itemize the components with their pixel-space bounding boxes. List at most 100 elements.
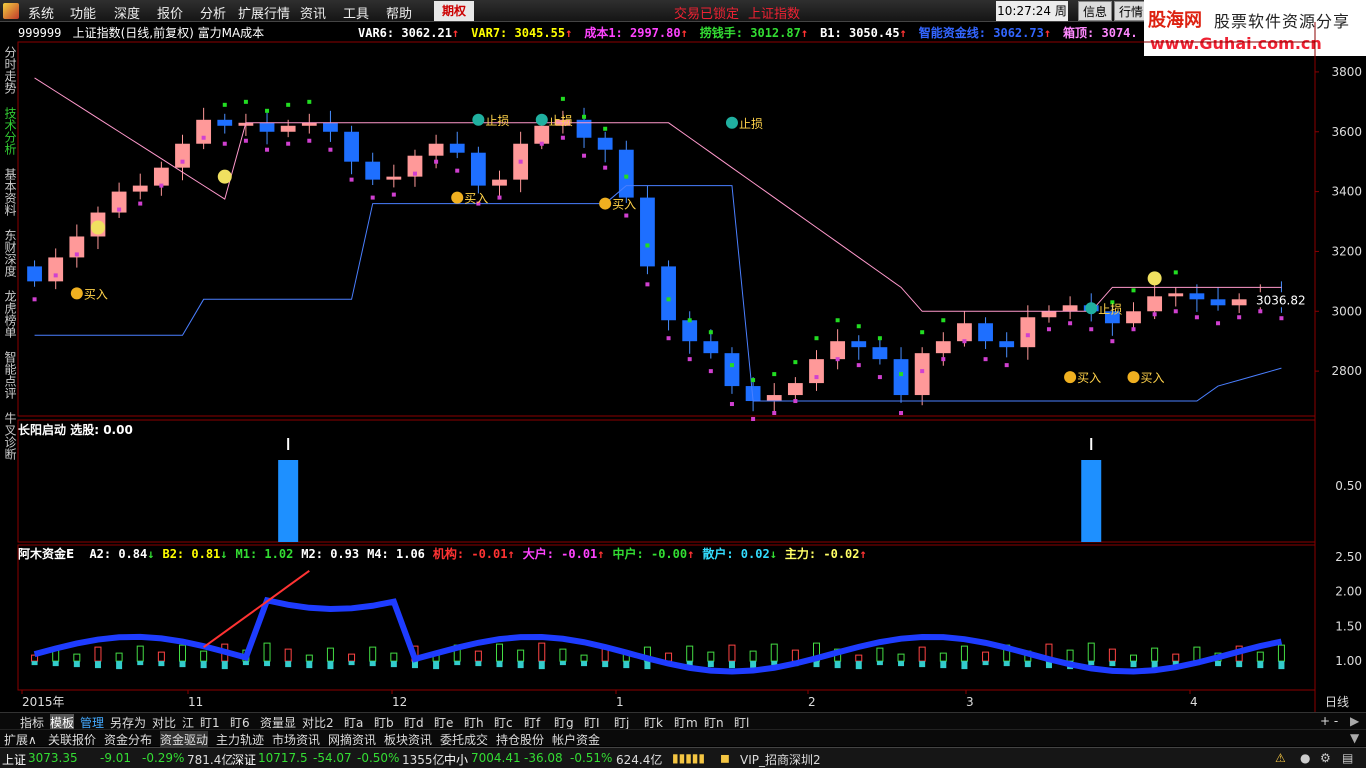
leftnav-tab-0[interactable]: 分时走势 (2, 46, 17, 94)
chart-area[interactable]: 3800 3600 3400 3200 3000 2800 买入 买入 买入 买入 买入 止损 止损 止损… (0, 22, 1366, 712)
function-tab-8[interactable]: 委托成交 (440, 731, 488, 748)
sh-index-amount: 781.4亿 (187, 753, 234, 767)
candle-body (259, 122, 275, 132)
candle-body (682, 320, 698, 342)
indicator-value: 3062.73 (986, 26, 1044, 40)
function-tab-1[interactable]: 关联报价 (48, 731, 96, 748)
settings-icon[interactable]: ⚙ (1320, 751, 1331, 765)
cost-dot (729, 402, 734, 407)
fund-bar (1108, 648, 1116, 662)
cost-dot (117, 207, 122, 212)
menu-extended[interactable]: 扩展行情 (238, 3, 290, 22)
zoom-buttons[interactable]: + - (1320, 714, 1338, 728)
menu-tools[interactable]: 工具 (343, 3, 369, 22)
retail-bar (242, 661, 249, 666)
fund-bar (897, 653, 905, 662)
menu-news[interactable]: 资讯 (300, 3, 326, 22)
function-tab-7[interactable]: 板块资讯 (384, 731, 432, 748)
signal-bar (1081, 460, 1102, 542)
menu-quote[interactable]: 报价 (157, 3, 183, 22)
function-tab-4[interactable]: 主力轨迹 (216, 731, 264, 748)
trail-dot (793, 360, 798, 365)
retail-bar (454, 661, 461, 666)
info-button[interactable]: 信息 (1078, 1, 1112, 21)
indicator-value: 3045.55 (507, 26, 566, 40)
fund-indicator-4: M4: 1.06 (367, 547, 425, 561)
indicator-label: VAR6: (358, 26, 395, 40)
menu-depth[interactable]: 深度 (114, 3, 140, 22)
function-tab-0[interactable]: 扩展∧ (4, 731, 37, 748)
retail-bar (221, 661, 228, 670)
retail-bar (982, 661, 989, 666)
sh-index-pct: -0.29% (142, 751, 185, 765)
date-label: 3 (966, 695, 974, 709)
fund-bar (94, 646, 102, 662)
indicator-value: 3012.87 (743, 26, 801, 40)
fund-indicator-9: 主力: -0.02↑ (784, 547, 867, 561)
indicator-0: VAR6: 3062.21↑ (358, 26, 459, 40)
function-tab-5[interactable]: 市场资讯 (272, 731, 320, 748)
date-label: 11 (188, 695, 203, 709)
indicator-value: 3062.21 (394, 26, 452, 40)
sz-index-name[interactable]: 深证 (232, 751, 256, 768)
zx-index-name[interactable]: 中小 (444, 751, 468, 768)
cost-dot (53, 273, 58, 278)
function-tab-9[interactable]: 持仓股份 (496, 731, 544, 748)
last-price-label: 3036.82 (1256, 293, 1306, 307)
scroll-right-icon[interactable]: ▶ (1350, 714, 1359, 728)
cost-dot (1152, 312, 1157, 317)
menu-function[interactable]: 功能 (70, 3, 96, 22)
cost-dot (1068, 321, 1073, 326)
user-icon[interactable]: ● (1300, 751, 1310, 765)
function-tab-3[interactable]: 资金驱动 (160, 731, 209, 748)
cost-dot (560, 135, 565, 140)
buy-signal-icon (1127, 371, 1140, 384)
price-tick-label: 3000 (1331, 304, 1362, 318)
vip-server[interactable]: VIP_招商深圳2 (740, 751, 821, 768)
function-tab-10[interactable]: 帐户资金 (552, 731, 600, 748)
menu-help[interactable]: 帮助 (386, 3, 412, 22)
stock-code: 999999 (18, 26, 62, 40)
menu-system[interactable]: 系统 (28, 3, 54, 22)
cost-dot (243, 138, 248, 143)
candle-body (787, 383, 803, 396)
fund-indicator-arrow: ↑ (597, 547, 605, 561)
leftnav-tab-3[interactable]: 东财深度 (2, 229, 17, 277)
function-tab-6[interactable]: 网摘资讯 (328, 731, 376, 748)
clock-time: 10:27:24 (997, 4, 1052, 18)
period-label: 日线 (1325, 695, 1349, 709)
chart-svg[interactable]: 380036003400320030002800买入买入 买入买入 买入止损 止损 止损… (0, 22, 1366, 712)
quote-button[interactable]: 行情 (1114, 1, 1148, 21)
candle-body (323, 122, 338, 132)
cost-dot (983, 357, 988, 362)
alert-icon[interactable]: ⚠ (1275, 751, 1286, 765)
candle-body (1041, 311, 1057, 318)
leftnav-tab-1[interactable]: 技术分析 (2, 107, 17, 155)
cost-dot (455, 168, 460, 173)
sh-index-name[interactable]: 上证 (2, 751, 26, 768)
leftnav-tab-4[interactable]: 龙虎榜单 (2, 290, 17, 338)
panel2-header: 长阳启动 选股: 0.00 (18, 421, 133, 438)
function-tab-2[interactable]: 资金分布 (104, 731, 152, 748)
menu-analysis[interactable]: 分析 (200, 3, 226, 22)
leftnav-tab-2[interactable]: 基本资料 (2, 168, 17, 216)
signal-strength-icon: ▮▮▮▮▮ (672, 751, 706, 765)
collapse-icon[interactable]: ▼ (1350, 731, 1359, 745)
cost-dot (265, 147, 270, 152)
fund-bar (115, 652, 123, 662)
retail-bar (1024, 661, 1031, 668)
zx-index-change: -36.08 (524, 751, 563, 765)
cost-dot (1173, 309, 1178, 314)
candle-body (978, 323, 993, 342)
cost-dot (687, 357, 692, 362)
menu-options[interactable]: 期权 (434, 1, 474, 21)
indicator-arrow: ↑ (680, 26, 688, 40)
stop-signal-label: 止损 (739, 117, 763, 131)
cost-dot (793, 399, 798, 404)
menu-icon[interactable]: ▤ (1342, 751, 1353, 765)
indicator-4: B1: 3050.45↑ (820, 26, 907, 40)
leftnav-tab-6[interactable]: 牛叉诊断 (2, 412, 17, 460)
retail-bar (1236, 661, 1243, 668)
leftnav-tab-5[interactable]: 智能点评 (2, 351, 17, 399)
cost-dot (708, 369, 713, 374)
